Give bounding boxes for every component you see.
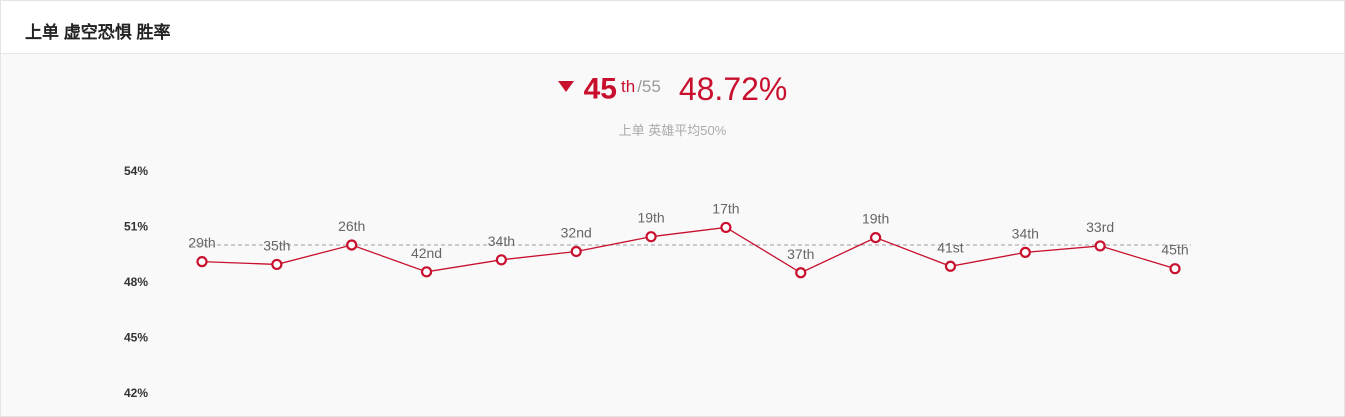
rank-label: 41st bbox=[937, 239, 964, 255]
data-point bbox=[570, 245, 582, 258]
rank-label: 19th bbox=[862, 211, 889, 227]
panel-title: 上单 虚空恐惧 胜率 bbox=[25, 23, 171, 42]
rank-label: 17th bbox=[712, 200, 739, 216]
rank-label: 29th bbox=[188, 235, 215, 251]
rank-label: 34th bbox=[488, 233, 515, 249]
trend-down-icon bbox=[557, 81, 574, 92]
data-point bbox=[196, 256, 208, 268]
y-tick-label: 48% bbox=[124, 275, 148, 289]
data-point bbox=[1019, 246, 1031, 259]
data-point bbox=[420, 266, 433, 278]
rank-label: 32nd bbox=[561, 224, 592, 240]
data-point bbox=[1169, 263, 1181, 275]
data-point bbox=[720, 221, 732, 234]
win-rate-value: 48.72% bbox=[678, 71, 788, 107]
data-point bbox=[944, 260, 957, 272]
rank-label: 37th bbox=[787, 246, 814, 262]
rank-label: 34th bbox=[1012, 225, 1039, 241]
data-point bbox=[346, 239, 358, 251]
y-tick-label: 45% bbox=[124, 331, 148, 345]
rank-summary: 45th/55 48.72% bbox=[1, 71, 1344, 108]
rank-label: 45th bbox=[1161, 242, 1188, 258]
rank-suffix: th bbox=[621, 76, 636, 96]
rank-label: 33rd bbox=[1086, 219, 1114, 235]
rank-label: 35th bbox=[263, 237, 290, 253]
rank-number: 45 bbox=[583, 72, 617, 106]
rank-label: 19th bbox=[637, 210, 664, 226]
data-point bbox=[870, 231, 882, 244]
average-note: 上单 英雄平均50% bbox=[618, 123, 727, 138]
rank-total: /55 bbox=[637, 76, 661, 96]
y-tick-label: 54% bbox=[124, 164, 148, 178]
data-point bbox=[795, 267, 807, 279]
win-rate-panel: 上单 虚空恐惧 胜率 45th/55 48.72% 上单 英雄平均50% 54% 5… bbox=[0, 0, 1345, 417]
data-point bbox=[271, 258, 283, 271]
panel-header: 上单 虚空恐惧 胜率 bbox=[1, 1, 1344, 54]
y-tick-label: 42% bbox=[124, 386, 148, 400]
data-point bbox=[645, 231, 657, 243]
y-tick-label: 51% bbox=[124, 220, 148, 234]
data-point bbox=[495, 254, 507, 266]
data-point bbox=[1094, 240, 1106, 252]
win-rate-line-chart: 54% 51% 48% 45% 42% 29th 35th 26th 42nd 34th 32nd 1… bbox=[124, 164, 1191, 400]
rank-label: 26th bbox=[338, 218, 365, 234]
rank-label: 42nd bbox=[411, 245, 442, 261]
